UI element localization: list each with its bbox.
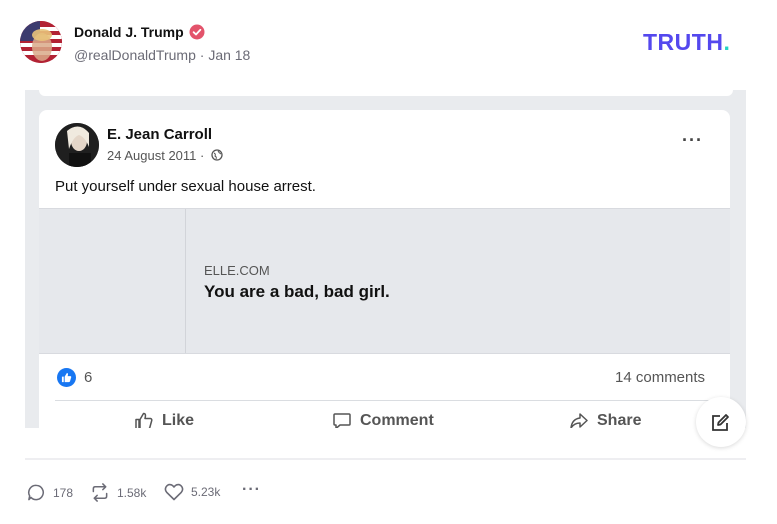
embedded-like-button: Like [134,411,194,428]
more-options-icon[interactable]: ··· [242,481,261,499]
like-button[interactable]: 5.23k [164,483,220,501]
compose-button[interactable] [696,397,746,447]
edit-icon [712,414,729,431]
previous-card-edge [39,90,733,96]
flag-portrait-icon [20,21,62,63]
logo-dot: . [723,29,731,55]
post-date[interactable]: Jan 18 [208,47,250,63]
embedded-date-separator: · [196,148,208,163]
share-arrow-icon [570,413,588,428]
meta-separator: · [195,47,209,63]
logo-text: TRUTH [643,29,724,55]
embedded-divider [55,400,714,401]
retruth-button[interactable]: 1.58k [90,483,146,502]
author-handle[interactable]: @realDonaldTrump [74,47,196,63]
embedded-post-date: 24 August 2011 · [107,148,223,163]
embedded-screenshot[interactable]: E. Jean Carroll 24 August 2011 · ··· Put… [25,90,746,428]
reply-count: 178 [53,485,74,500]
link-title: You are a bad, bad girl. [204,282,390,301]
action-bar-divider [25,458,746,460]
thumbs-up-icon [135,412,153,428]
reply-icon [28,484,44,501]
author-avatar[interactable] [20,21,62,63]
embedded-post-text: Put yourself under sexual house arrest. [55,178,316,195]
embedded-comment-button: Comment [332,411,434,428]
embedded-more-icon: ··· [682,130,703,150]
retruth-icon [92,483,108,502]
embedded-share-label: Share [597,412,642,428]
author-name[interactable]: Donald J. Trump [74,24,184,40]
reply-button[interactable]: 178 [27,483,73,502]
heart-icon [164,483,184,501]
retruth-count: 1.58k [117,485,147,500]
portrait-icon [55,123,99,167]
reaction-count: 6 [84,369,93,386]
like-count: 5.23k [191,485,221,499]
reaction-summary: 6 [57,368,92,387]
link-preview: ELLE.COM You are a bad, bad girl. [39,208,730,354]
link-domain: ELLE.COM [204,263,270,278]
globe-icon [211,149,223,161]
handle-and-date: @realDonaldTrump · Jan 18 [74,47,250,63]
link-thumbnail [39,209,186,353]
verified-badge-icon [189,24,205,40]
embedded-like-label: Like [162,412,195,428]
embedded-author-avatar [55,123,99,167]
embedded-share-button: Share [569,411,641,428]
embedded-comment-label: Comment [360,412,434,428]
facebook-post-card: E. Jean Carroll 24 August 2011 · ··· Put… [39,110,730,428]
comments-count: 14 comments [615,369,706,386]
embedded-date-text: 24 August 2011 [107,148,197,163]
truth-logo[interactable]: TRUTH. [643,29,730,56]
like-reaction-icon [57,368,76,387]
embedded-author-name: E. Jean Carroll [107,126,213,143]
comment-bubble-icon [333,413,351,428]
